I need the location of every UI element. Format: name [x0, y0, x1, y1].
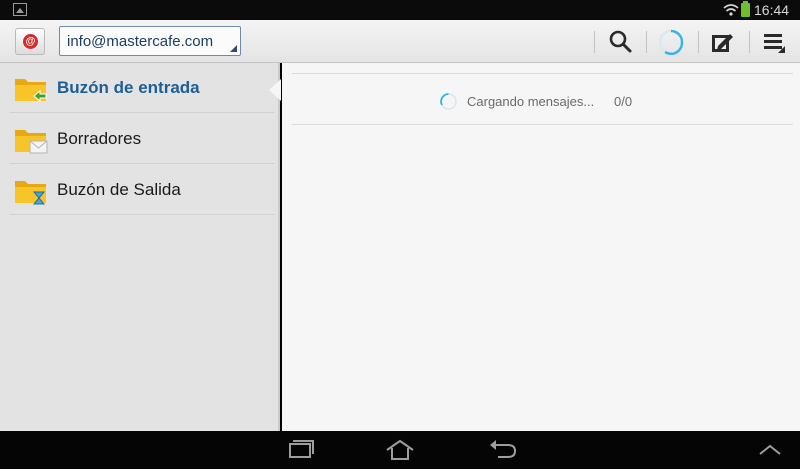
overflow-menu-icon: [764, 34, 785, 53]
action-bar: @ info@mastercafe.com: [0, 20, 800, 63]
list-divider: [292, 73, 793, 74]
message-count: 0/0: [614, 94, 633, 109]
list-divider: [292, 124, 793, 125]
image-thumbnail-icon: [13, 3, 27, 16]
dropdown-corner-icon: [230, 45, 237, 52]
refresh-spinner-icon: [658, 29, 684, 55]
account-selector[interactable]: info@mastercafe.com: [59, 26, 241, 56]
overflow-menu-button[interactable]: [758, 26, 790, 58]
loading-text: Cargando mensajes...: [467, 94, 595, 109]
compose-button[interactable]: [706, 26, 738, 58]
folder-sidebar: Buzón de entrada Borradores Buzón de Sal…: [0, 63, 280, 431]
recent-apps-icon[interactable]: [284, 439, 316, 461]
folder-item-inbox[interactable]: Buzón de entrada: [10, 63, 275, 113]
folder-label: Buzón de Salida: [57, 180, 181, 199]
action-separator: [749, 31, 750, 53]
outbox-folder-icon: [15, 181, 46, 205]
home-icon[interactable]: [384, 439, 416, 461]
expand-up-icon[interactable]: [754, 439, 786, 461]
action-separator: [594, 31, 595, 53]
search-button[interactable]: [604, 26, 636, 58]
loading-spinner-icon: [440, 93, 457, 110]
battery-icon: [741, 1, 750, 17]
compose-icon: [712, 34, 733, 52]
status-bar: 16:44: [0, 0, 800, 20]
search-icon: [609, 30, 632, 53]
email-at-icon[interactable]: @: [15, 28, 45, 55]
refresh-button[interactable]: [655, 26, 687, 58]
account-email: info@mastercafe.com: [67, 33, 214, 50]
selection-pointer: [269, 79, 281, 101]
wifi-icon: [723, 4, 739, 16]
status-clock: 16:44: [754, 2, 790, 18]
action-separator: [698, 31, 699, 53]
folder-label: Buzón de entrada: [57, 78, 200, 97]
back-icon[interactable]: [486, 439, 518, 461]
action-separator: [646, 31, 647, 53]
drafts-folder-icon: [15, 130, 48, 154]
folder-item-outbox[interactable]: Buzón de Salida: [10, 165, 275, 215]
folder-item-drafts[interactable]: Borradores: [10, 114, 275, 164]
folder-label: Borradores: [57, 129, 142, 148]
message-list: Cargando mensajes... 0/0: [282, 63, 800, 431]
navigation-bar: [0, 431, 800, 469]
inbox-folder-icon: [15, 79, 47, 103]
